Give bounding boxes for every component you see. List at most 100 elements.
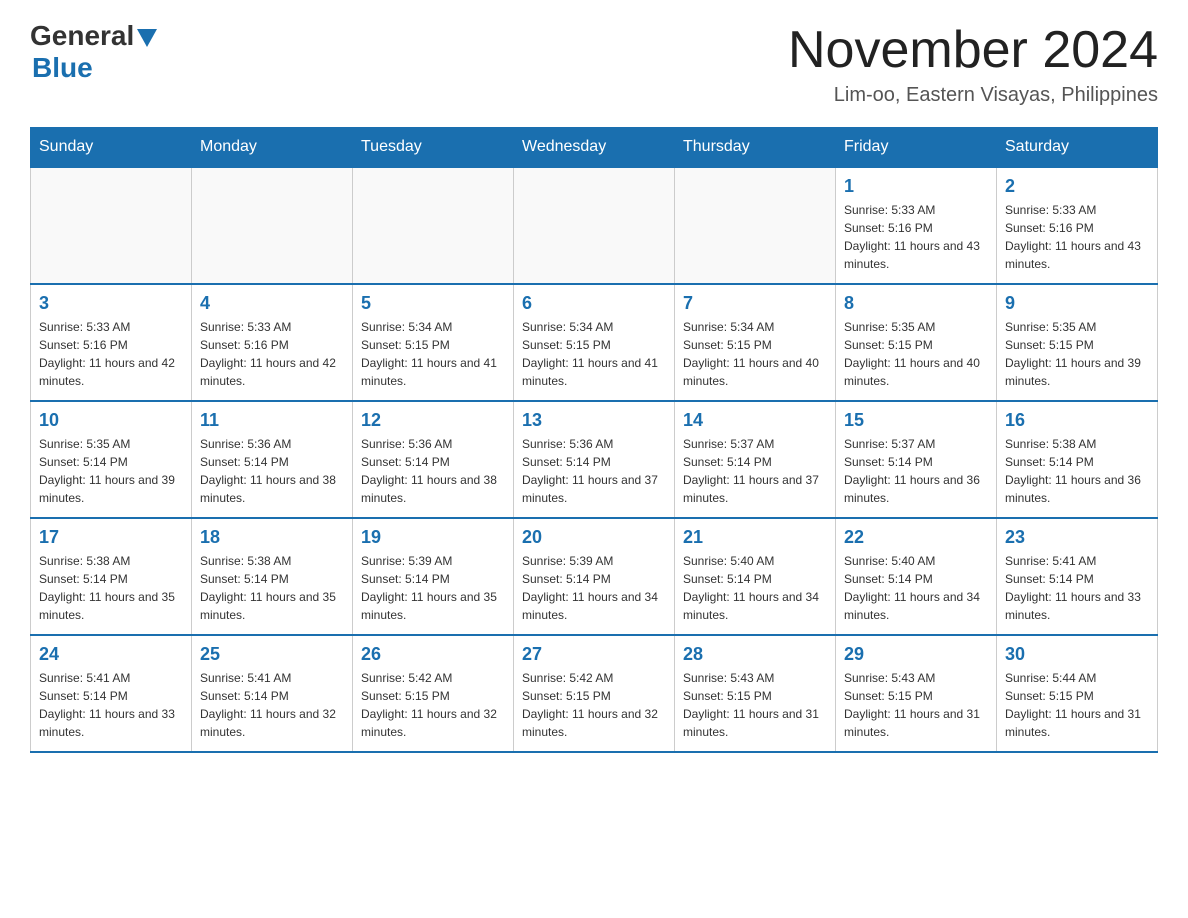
calendar-header-friday: Friday xyxy=(836,128,997,168)
day-number: 30 xyxy=(1005,644,1149,665)
day-number: 6 xyxy=(522,293,666,314)
day-info: Sunrise: 5:34 AMSunset: 5:15 PMDaylight:… xyxy=(683,318,827,390)
calendar-cell xyxy=(353,167,514,284)
calendar-header-sunday: Sunday xyxy=(31,128,192,168)
day-info: Sunrise: 5:34 AMSunset: 5:15 PMDaylight:… xyxy=(361,318,505,390)
calendar-week-row: 1 Sunrise: 5:33 AMSunset: 5:16 PMDaylight… xyxy=(31,167,1158,284)
calendar-cell: 26 Sunrise: 5:42 AMSunset: 5:15 PMDayligh… xyxy=(353,635,514,752)
day-number: 1 xyxy=(844,176,988,197)
calendar-cell: 21Sunrise: 5:40 AMSunset: 5:14 PMDayligh… xyxy=(675,518,836,635)
calendar-cell: 11 Sunrise: 5:36 AMSunset: 5:14 PMDayligh… xyxy=(192,401,353,518)
location-subtitle: Lim-oo, Eastern Visayas, Philippines xyxy=(788,84,1158,107)
day-info: Sunrise: 5:39 AMSunset: 5:14 PMDaylight:… xyxy=(522,552,666,624)
calendar-cell: 14 Sunrise: 5:37 AMSunset: 5:14 PMDayligh… xyxy=(675,401,836,518)
month-title: November 2024 xyxy=(788,20,1158,80)
calendar-week-row: 10 Sunrise: 5:35 AMSunset: 5:14 PMDayligh… xyxy=(31,401,1158,518)
day-number: 17 xyxy=(39,527,183,548)
calendar-cell xyxy=(31,167,192,284)
day-number: 7 xyxy=(683,293,827,314)
day-info: Sunrise: 5:33 AMSunset: 5:16 PMDaylight:… xyxy=(200,318,344,390)
day-info: Sunrise: 5:38 AMSunset: 5:14 PMDaylight:… xyxy=(200,552,344,624)
day-info: Sunrise: 5:41 AMSunset: 5:14 PMDaylight:… xyxy=(1005,552,1149,624)
day-number: 11 xyxy=(200,410,344,431)
day-number: 26 xyxy=(361,644,505,665)
calendar-cell xyxy=(192,167,353,284)
page-header: General Blue November 2024 Lim-oo, Easte… xyxy=(30,20,1158,107)
calendar-cell: 2 Sunrise: 5:33 AMSunset: 5:16 PMDaylight… xyxy=(997,167,1158,284)
calendar-cell: 15Sunrise: 5:37 AMSunset: 5:14 PMDayligh… xyxy=(836,401,997,518)
day-number: 25 xyxy=(200,644,344,665)
day-info: Sunrise: 5:42 AMSunset: 5:15 PMDaylight:… xyxy=(522,669,666,741)
day-number: 20 xyxy=(522,527,666,548)
calendar-table: SundayMondayTuesdayWednesdayThursdayFrid… xyxy=(30,127,1158,753)
calendar-cell: 5 Sunrise: 5:34 AMSunset: 5:15 PMDaylight… xyxy=(353,284,514,401)
day-number: 18 xyxy=(200,527,344,548)
logo-triangle-icon xyxy=(137,29,157,47)
day-info: Sunrise: 5:39 AMSunset: 5:14 PMDaylight:… xyxy=(361,552,505,624)
day-number: 27 xyxy=(522,644,666,665)
calendar-header-tuesday: Tuesday xyxy=(353,128,514,168)
day-number: 13 xyxy=(522,410,666,431)
calendar-cell: 3Sunrise: 5:33 AMSunset: 5:16 PMDaylight… xyxy=(31,284,192,401)
day-info: Sunrise: 5:44 AMSunset: 5:15 PMDaylight:… xyxy=(1005,669,1149,741)
calendar-cell: 18 Sunrise: 5:38 AMSunset: 5:14 PMDayligh… xyxy=(192,518,353,635)
calendar-header-thursday: Thursday xyxy=(675,128,836,168)
calendar-cell: 28Sunrise: 5:43 AMSunset: 5:15 PMDayligh… xyxy=(675,635,836,752)
day-number: 3 xyxy=(39,293,183,314)
day-info: Sunrise: 5:38 AMSunset: 5:14 PMDaylight:… xyxy=(39,552,183,624)
day-info: Sunrise: 5:42 AMSunset: 5:15 PMDaylight:… xyxy=(361,669,505,741)
day-info: Sunrise: 5:35 AMSunset: 5:14 PMDaylight:… xyxy=(39,435,183,507)
calendar-cell: 30 Sunrise: 5:44 AMSunset: 5:15 PMDayligh… xyxy=(997,635,1158,752)
day-number: 15 xyxy=(844,410,988,431)
calendar-cell: 20 Sunrise: 5:39 AMSunset: 5:14 PMDayligh… xyxy=(514,518,675,635)
calendar-cell: 9 Sunrise: 5:35 AMSunset: 5:15 PMDaylight… xyxy=(997,284,1158,401)
day-number: 5 xyxy=(361,293,505,314)
day-number: 23 xyxy=(1005,527,1149,548)
day-info: Sunrise: 5:33 AMSunset: 5:16 PMDaylight:… xyxy=(1005,201,1149,273)
day-info: Sunrise: 5:35 AMSunset: 5:15 PMDaylight:… xyxy=(1005,318,1149,390)
day-number: 14 xyxy=(683,410,827,431)
day-number: 22 xyxy=(844,527,988,548)
calendar-cell: 17 Sunrise: 5:38 AMSunset: 5:14 PMDayligh… xyxy=(31,518,192,635)
logo-general-text: General xyxy=(30,20,134,52)
calendar-cell: 23 Sunrise: 5:41 AMSunset: 5:14 PMDayligh… xyxy=(997,518,1158,635)
day-info: Sunrise: 5:36 AMSunset: 5:14 PMDaylight:… xyxy=(200,435,344,507)
day-number: 9 xyxy=(1005,293,1149,314)
day-info: Sunrise: 5:41 AMSunset: 5:14 PMDaylight:… xyxy=(39,669,183,741)
day-number: 12 xyxy=(361,410,505,431)
day-info: Sunrise: 5:40 AMSunset: 5:14 PMDaylight:… xyxy=(844,552,988,624)
logo-blue-text: Blue xyxy=(32,52,93,84)
calendar-header-wednesday: Wednesday xyxy=(514,128,675,168)
day-info: Sunrise: 5:43 AMSunset: 5:15 PMDaylight:… xyxy=(844,669,988,741)
calendar-cell: 8 Sunrise: 5:35 AMSunset: 5:15 PMDaylight… xyxy=(836,284,997,401)
calendar-cell: 10 Sunrise: 5:35 AMSunset: 5:14 PMDayligh… xyxy=(31,401,192,518)
logo: General Blue xyxy=(30,20,157,84)
day-number: 4 xyxy=(200,293,344,314)
calendar-week-row: 17 Sunrise: 5:38 AMSunset: 5:14 PMDayligh… xyxy=(31,518,1158,635)
calendar-cell: 13Sunrise: 5:36 AMSunset: 5:14 PMDayligh… xyxy=(514,401,675,518)
calendar-cell: 16Sunrise: 5:38 AMSunset: 5:14 PMDayligh… xyxy=(997,401,1158,518)
calendar-cell: 7 Sunrise: 5:34 AMSunset: 5:15 PMDaylight… xyxy=(675,284,836,401)
day-number: 2 xyxy=(1005,176,1149,197)
calendar-header-saturday: Saturday xyxy=(997,128,1158,168)
calendar-cell: 29 Sunrise: 5:43 AMSunset: 5:15 PMDayligh… xyxy=(836,635,997,752)
calendar-cell xyxy=(514,167,675,284)
calendar-header-row: SundayMondayTuesdayWednesdayThursdayFrid… xyxy=(31,128,1158,168)
day-info: Sunrise: 5:41 AMSunset: 5:14 PMDaylight:… xyxy=(200,669,344,741)
day-number: 8 xyxy=(844,293,988,314)
day-info: Sunrise: 5:40 AMSunset: 5:14 PMDaylight:… xyxy=(683,552,827,624)
calendar-cell xyxy=(675,167,836,284)
day-number: 24 xyxy=(39,644,183,665)
day-number: 10 xyxy=(39,410,183,431)
day-info: Sunrise: 5:35 AMSunset: 5:15 PMDaylight:… xyxy=(844,318,988,390)
day-number: 19 xyxy=(361,527,505,548)
day-info: Sunrise: 5:34 AMSunset: 5:15 PMDaylight:… xyxy=(522,318,666,390)
calendar-cell: 19 Sunrise: 5:39 AMSunset: 5:14 PMDayligh… xyxy=(353,518,514,635)
calendar-cell: 25 Sunrise: 5:41 AMSunset: 5:14 PMDayligh… xyxy=(192,635,353,752)
day-number: 29 xyxy=(844,644,988,665)
day-info: Sunrise: 5:37 AMSunset: 5:14 PMDaylight:… xyxy=(683,435,827,507)
calendar-cell: 1Sunrise: 5:33 AMSunset: 5:16 PMDaylight… xyxy=(836,167,997,284)
calendar-week-row: 24 Sunrise: 5:41 AMSunset: 5:14 PMDayligh… xyxy=(31,635,1158,752)
day-info: Sunrise: 5:36 AMSunset: 5:14 PMDaylight:… xyxy=(361,435,505,507)
day-number: 16 xyxy=(1005,410,1149,431)
